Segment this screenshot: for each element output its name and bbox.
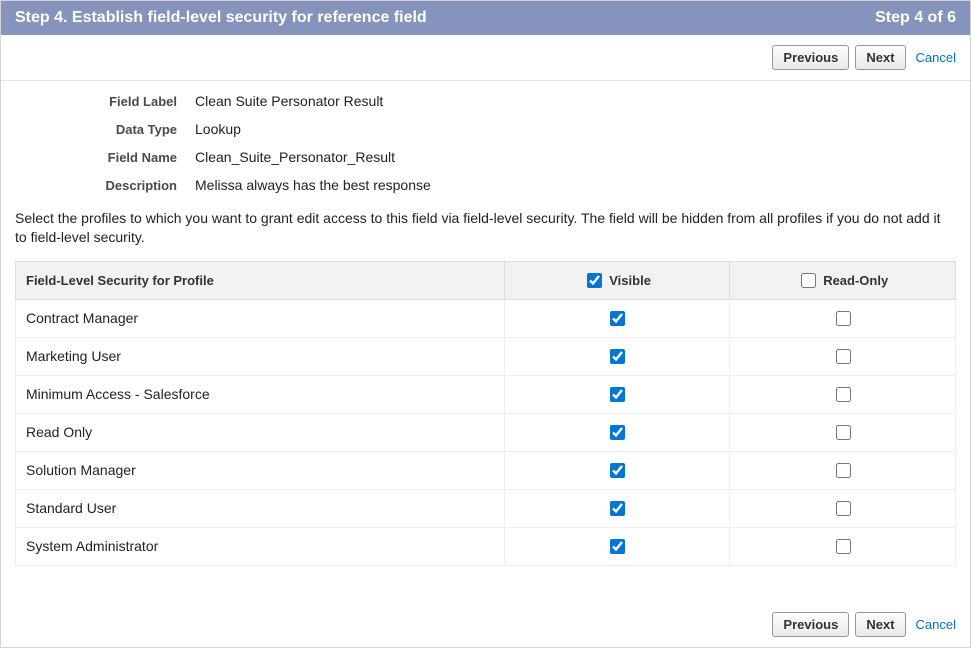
readonly-checkbox[interactable] xyxy=(836,501,851,516)
instruction-text: Select the profiles to which you want to… xyxy=(1,203,970,261)
profile-cell: System Administrator xyxy=(16,527,505,565)
visible-cell xyxy=(504,489,730,527)
wizard-title: Step 4. Establish field-level security f… xyxy=(15,9,427,27)
detail-value: Melissa always has the best response xyxy=(195,177,431,193)
fls-table: Field-Level Security for Profile Visible… xyxy=(15,261,956,566)
detail-row-field-label: Field Label Clean Suite Personator Resul… xyxy=(15,87,956,115)
col-header-visible: Visible xyxy=(504,261,730,299)
readonly-cell xyxy=(730,413,956,451)
profile-cell: Minimum Access - Salesforce xyxy=(16,375,505,413)
col-header-visible-label: Visible xyxy=(609,273,651,288)
visible-cell xyxy=(504,451,730,489)
fls-tbody: Contract ManagerMarketing UserMinimum Ac… xyxy=(16,299,956,565)
visible-checkbox[interactable] xyxy=(610,501,625,516)
readonly-cell xyxy=(730,337,956,375)
readonly-checkbox[interactable] xyxy=(836,387,851,402)
cancel-link[interactable]: Cancel xyxy=(916,617,956,632)
visible-checkbox[interactable] xyxy=(610,349,625,364)
table-row: Standard User xyxy=(16,489,956,527)
profile-cell: Contract Manager xyxy=(16,299,505,337)
profile-cell: Standard User xyxy=(16,489,505,527)
fls-table-wrap: Field-Level Security for Profile Visible… xyxy=(1,261,970,566)
spacer xyxy=(1,566,970,600)
readonly-checkbox[interactable] xyxy=(836,349,851,364)
table-row: Contract Manager xyxy=(16,299,956,337)
readonly-cell xyxy=(730,527,956,565)
visible-checkbox[interactable] xyxy=(610,311,625,326)
previous-button[interactable]: Previous xyxy=(772,45,849,70)
table-row: Marketing User xyxy=(16,337,956,375)
visible-cell xyxy=(504,299,730,337)
detail-label: Field Name xyxy=(15,150,195,165)
col-header-profile: Field-Level Security for Profile xyxy=(16,261,505,299)
header-readonly-checkbox[interactable] xyxy=(801,273,816,288)
next-button[interactable]: Next xyxy=(855,45,905,70)
table-row: System Administrator xyxy=(16,527,956,565)
visible-cell xyxy=(504,527,730,565)
visible-checkbox[interactable] xyxy=(610,425,625,440)
wizard-container: Step 4. Establish field-level security f… xyxy=(0,0,971,648)
table-row: Minimum Access - Salesforce xyxy=(16,375,956,413)
readonly-cell xyxy=(730,489,956,527)
visible-cell xyxy=(504,413,730,451)
detail-label: Field Label xyxy=(15,94,195,109)
cancel-link[interactable]: Cancel xyxy=(916,50,956,65)
wizard-header: Step 4. Establish field-level security f… xyxy=(1,1,970,35)
detail-value: Clean_Suite_Personator_Result xyxy=(195,149,395,165)
table-row: Read Only xyxy=(16,413,956,451)
readonly-cell xyxy=(730,375,956,413)
readonly-checkbox[interactable] xyxy=(836,539,851,554)
visible-checkbox[interactable] xyxy=(610,463,625,478)
field-detail-list: Field Label Clean Suite Personator Resul… xyxy=(1,81,970,203)
table-row: Solution Manager xyxy=(16,451,956,489)
wizard-progress: Step 4 of 6 xyxy=(875,9,956,27)
visible-cell xyxy=(504,337,730,375)
visible-cell xyxy=(504,375,730,413)
readonly-cell xyxy=(730,451,956,489)
readonly-checkbox[interactable] xyxy=(836,463,851,478)
detail-value: Clean Suite Personator Result xyxy=(195,93,383,109)
profile-cell: Marketing User xyxy=(16,337,505,375)
readonly-checkbox[interactable] xyxy=(836,425,851,440)
next-button[interactable]: Next xyxy=(855,612,905,637)
detail-row-description: Description Melissa always has the best … xyxy=(15,171,956,199)
detail-value: Lookup xyxy=(195,121,241,137)
profile-cell: Solution Manager xyxy=(16,451,505,489)
visible-checkbox[interactable] xyxy=(610,387,625,402)
detail-label: Description xyxy=(15,178,195,193)
detail-row-field-name: Field Name Clean_Suite_Personator_Result xyxy=(15,143,956,171)
col-header-readonly-label: Read-Only xyxy=(823,273,888,288)
actions-bar-top: Previous Next Cancel xyxy=(1,35,970,81)
header-visible-checkbox[interactable] xyxy=(587,273,602,288)
previous-button[interactable]: Previous xyxy=(772,612,849,637)
detail-row-data-type: Data Type Lookup xyxy=(15,115,956,143)
col-header-readonly: Read-Only xyxy=(730,261,956,299)
profile-cell: Read Only xyxy=(16,413,505,451)
readonly-checkbox[interactable] xyxy=(836,311,851,326)
readonly-cell xyxy=(730,299,956,337)
detail-label: Data Type xyxy=(15,122,195,137)
visible-checkbox[interactable] xyxy=(610,539,625,554)
